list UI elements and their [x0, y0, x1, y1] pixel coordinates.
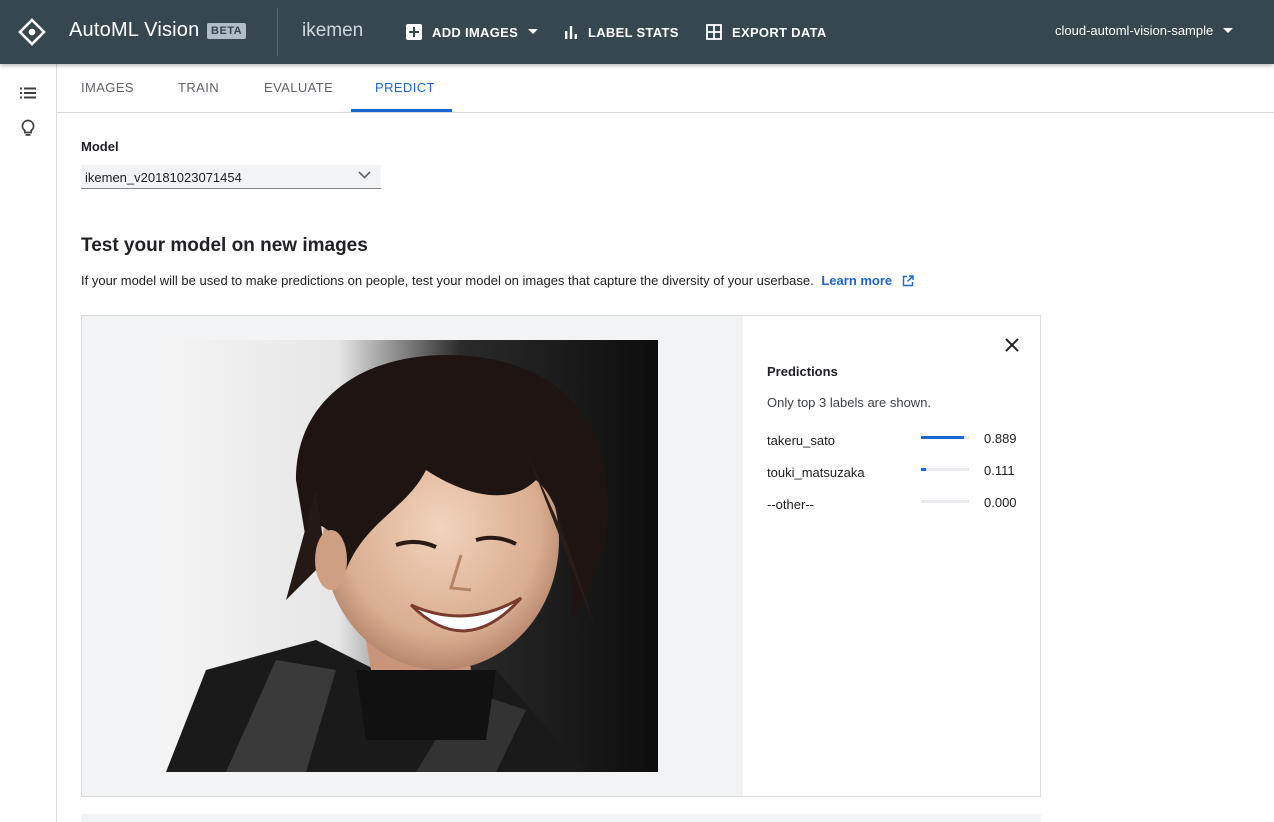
dropdown-arrow-icon: [1223, 27, 1234, 33]
project-name: ikemen: [302, 20, 364, 41]
tab-images[interactable]: IMAGES: [81, 80, 134, 95]
score-bar-fill: [921, 436, 964, 439]
prediction-card: Predictions Only top 3 labels are shown.…: [81, 315, 1041, 797]
prediction-row: --other-- 0.000: [767, 495, 1027, 515]
model-label: Model: [81, 139, 119, 154]
predictions-title: Predictions: [767, 364, 838, 379]
tab-bar: IMAGES TRAIN EVALUATE PREDICT: [57, 64, 1274, 113]
label-stats-label: LABEL STATS: [588, 24, 679, 40]
prediction-row: touki_matsuzaka 0.111: [767, 463, 1027, 483]
model-selected-value: ikemen_v20181023071454: [85, 170, 242, 185]
score-bar: [921, 468, 969, 471]
image-preview-area: [82, 316, 743, 796]
section-description: If your model will be used to make predi…: [81, 273, 914, 288]
next-prediction-card: [81, 814, 1041, 822]
tab-evaluate[interactable]: EVALUATE: [264, 80, 333, 95]
chevron-down-icon: [358, 171, 371, 179]
description-text: If your model will be used to make predi…: [81, 273, 814, 288]
tab-predict[interactable]: PREDICT: [375, 80, 435, 95]
tab-train[interactable]: TRAIN: [178, 80, 219, 95]
learn-more-link[interactable]: Learn more: [821, 273, 892, 288]
add-box-icon: [406, 24, 422, 40]
predictions-panel: Predictions Only top 3 labels are shown.…: [743, 316, 1040, 796]
close-icon[interactable]: [1003, 336, 1021, 354]
dropdown-arrow-icon: [528, 29, 539, 34]
add-images-button[interactable]: ADD IMAGES: [406, 22, 539, 42]
header-divider: [277, 8, 278, 56]
app-header: AutoML Vision BETA ikemen ADD IMAGES LAB…: [0, 0, 1274, 64]
beta-badge: BETA: [207, 23, 247, 39]
open-in-new-icon[interactable]: [902, 275, 914, 287]
model-select[interactable]: ikemen_v20181023071454: [81, 165, 381, 189]
score-bar-fill: [921, 468, 927, 471]
prediction-label: takeru_sato: [767, 433, 835, 448]
list-icon[interactable]: [19, 84, 37, 102]
section-heading: Test your model on new images: [81, 235, 368, 256]
account-name: cloud-automl-vision-sample: [1055, 23, 1214, 38]
app-title: AutoML Vision: [69, 19, 200, 41]
active-tab-indicator: [351, 109, 452, 112]
prediction-score: 0.111: [984, 463, 1015, 478]
automl-logo-icon[interactable]: [18, 18, 46, 46]
table-grid-icon: [706, 24, 722, 40]
account-selector[interactable]: cloud-automl-vision-sample: [1055, 23, 1234, 38]
prediction-label: --other--: [767, 497, 814, 512]
export-data-label: EXPORT DATA: [732, 24, 827, 40]
prediction-score: 0.000: [984, 495, 1017, 510]
uploaded-photo: [166, 340, 658, 772]
bar-chart-icon: [565, 26, 577, 39]
score-bar: [921, 436, 969, 439]
left-nav-rail: [0, 64, 57, 822]
prediction-score: 0.889: [984, 431, 1017, 446]
predictions-note: Only top 3 labels are shown.: [767, 395, 932, 410]
prediction-row: takeru_sato 0.889: [767, 431, 1027, 451]
add-images-label: ADD IMAGES: [432, 24, 519, 40]
label-stats-button[interactable]: LABEL STATS: [564, 22, 679, 42]
lightbulb-icon[interactable]: [19, 119, 37, 137]
export-data-button[interactable]: EXPORT DATA: [706, 22, 827, 42]
prediction-label: touki_matsuzaka: [767, 465, 865, 480]
score-bar: [921, 500, 969, 503]
